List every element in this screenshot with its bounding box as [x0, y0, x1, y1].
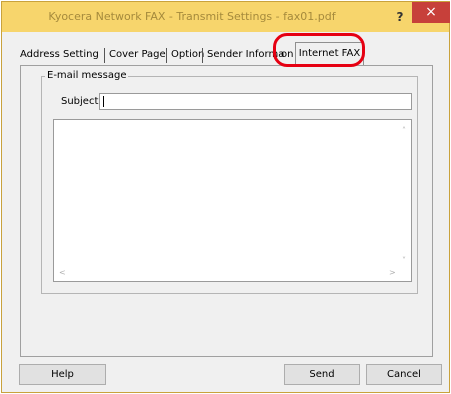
tab-separator	[202, 48, 203, 63]
cancel-button[interactable]: Cancel	[366, 364, 442, 385]
highlight-circle	[273, 33, 365, 67]
send-button[interactable]: Send	[284, 364, 360, 385]
subject-label: Subject:	[61, 96, 102, 107]
email-message-group-title: E-mail message	[45, 70, 129, 81]
text-cursor	[103, 96, 104, 107]
message-body-textarea[interactable]: ˄ ˅ < >	[53, 119, 412, 282]
scroll-down-arrow[interactable]: ˅	[402, 256, 406, 265]
scroll-left-arrow[interactable]: <	[59, 268, 66, 277]
tab-separator	[166, 48, 167, 63]
subject-input[interactable]	[99, 93, 412, 110]
context-help-button[interactable]: ?	[390, 7, 410, 27]
tab-option[interactable]: Option	[171, 45, 204, 65]
tab-separator	[104, 48, 105, 63]
help-button[interactable]: Help	[19, 364, 106, 385]
tab-cover-page[interactable]: Cover Page	[109, 45, 166, 65]
title-bar[interactable]: Kyocera Network FAX - Transmit Settings …	[2, 2, 450, 32]
scroll-up-arrow[interactable]: ˄	[402, 126, 406, 135]
scroll-right-arrow[interactable]: >	[389, 268, 396, 277]
close-button[interactable]: ×	[412, 2, 450, 23]
window-title: Kyocera Network FAX - Transmit Settings …	[48, 10, 336, 23]
tab-panel: E-mail message Subject: ˄ ˅ < >	[20, 65, 433, 357]
tab-address-setting[interactable]: Address Setting	[20, 45, 99, 65]
transmit-settings-dialog: Kyocera Network FAX - Transmit Settings …	[1, 1, 450, 393]
